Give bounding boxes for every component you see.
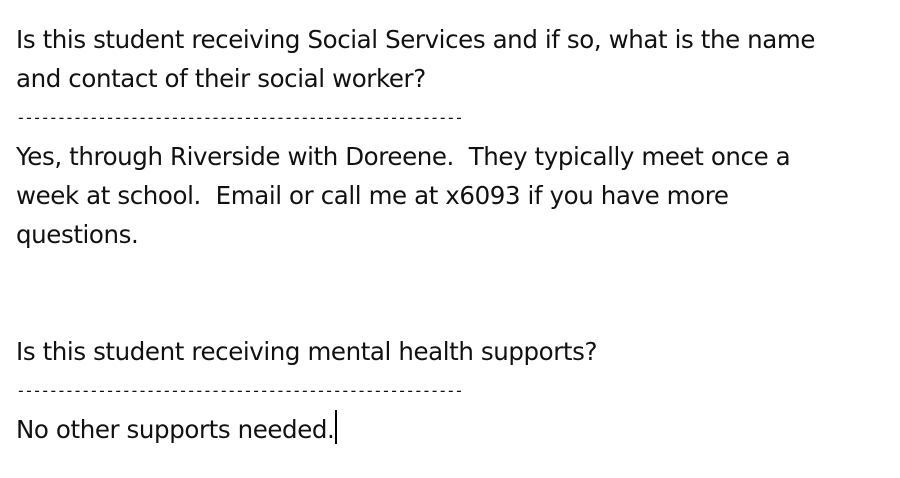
document-editor[interactable]: Is this student receiving Social Service…	[16, 20, 886, 449]
qa-block-social-services: Is this student receiving Social Service…	[16, 20, 886, 254]
answer-line: questions.	[16, 220, 139, 249]
question-line: Is this student receiving mental health …	[16, 337, 598, 366]
separator-line: ----------------------------------------…	[16, 381, 464, 400]
blank-space	[16, 254, 886, 332]
answer-text: No other supports needed.	[16, 415, 335, 444]
qa-block-mental-health: Is this student receiving mental health …	[16, 332, 886, 449]
answer-line: week at school. Email or call me at x609…	[16, 181, 729, 210]
text-cursor	[335, 410, 337, 444]
question-line: Is this student receiving Social Service…	[16, 25, 816, 54]
question-line: and contact of their social worker?	[16, 64, 426, 93]
separator-line: ----------------------------------------…	[16, 108, 464, 127]
answer-line: No other supports needed.	[16, 410, 886, 449]
answer-line: Yes, through Riverside with Doreene. The…	[16, 142, 791, 171]
